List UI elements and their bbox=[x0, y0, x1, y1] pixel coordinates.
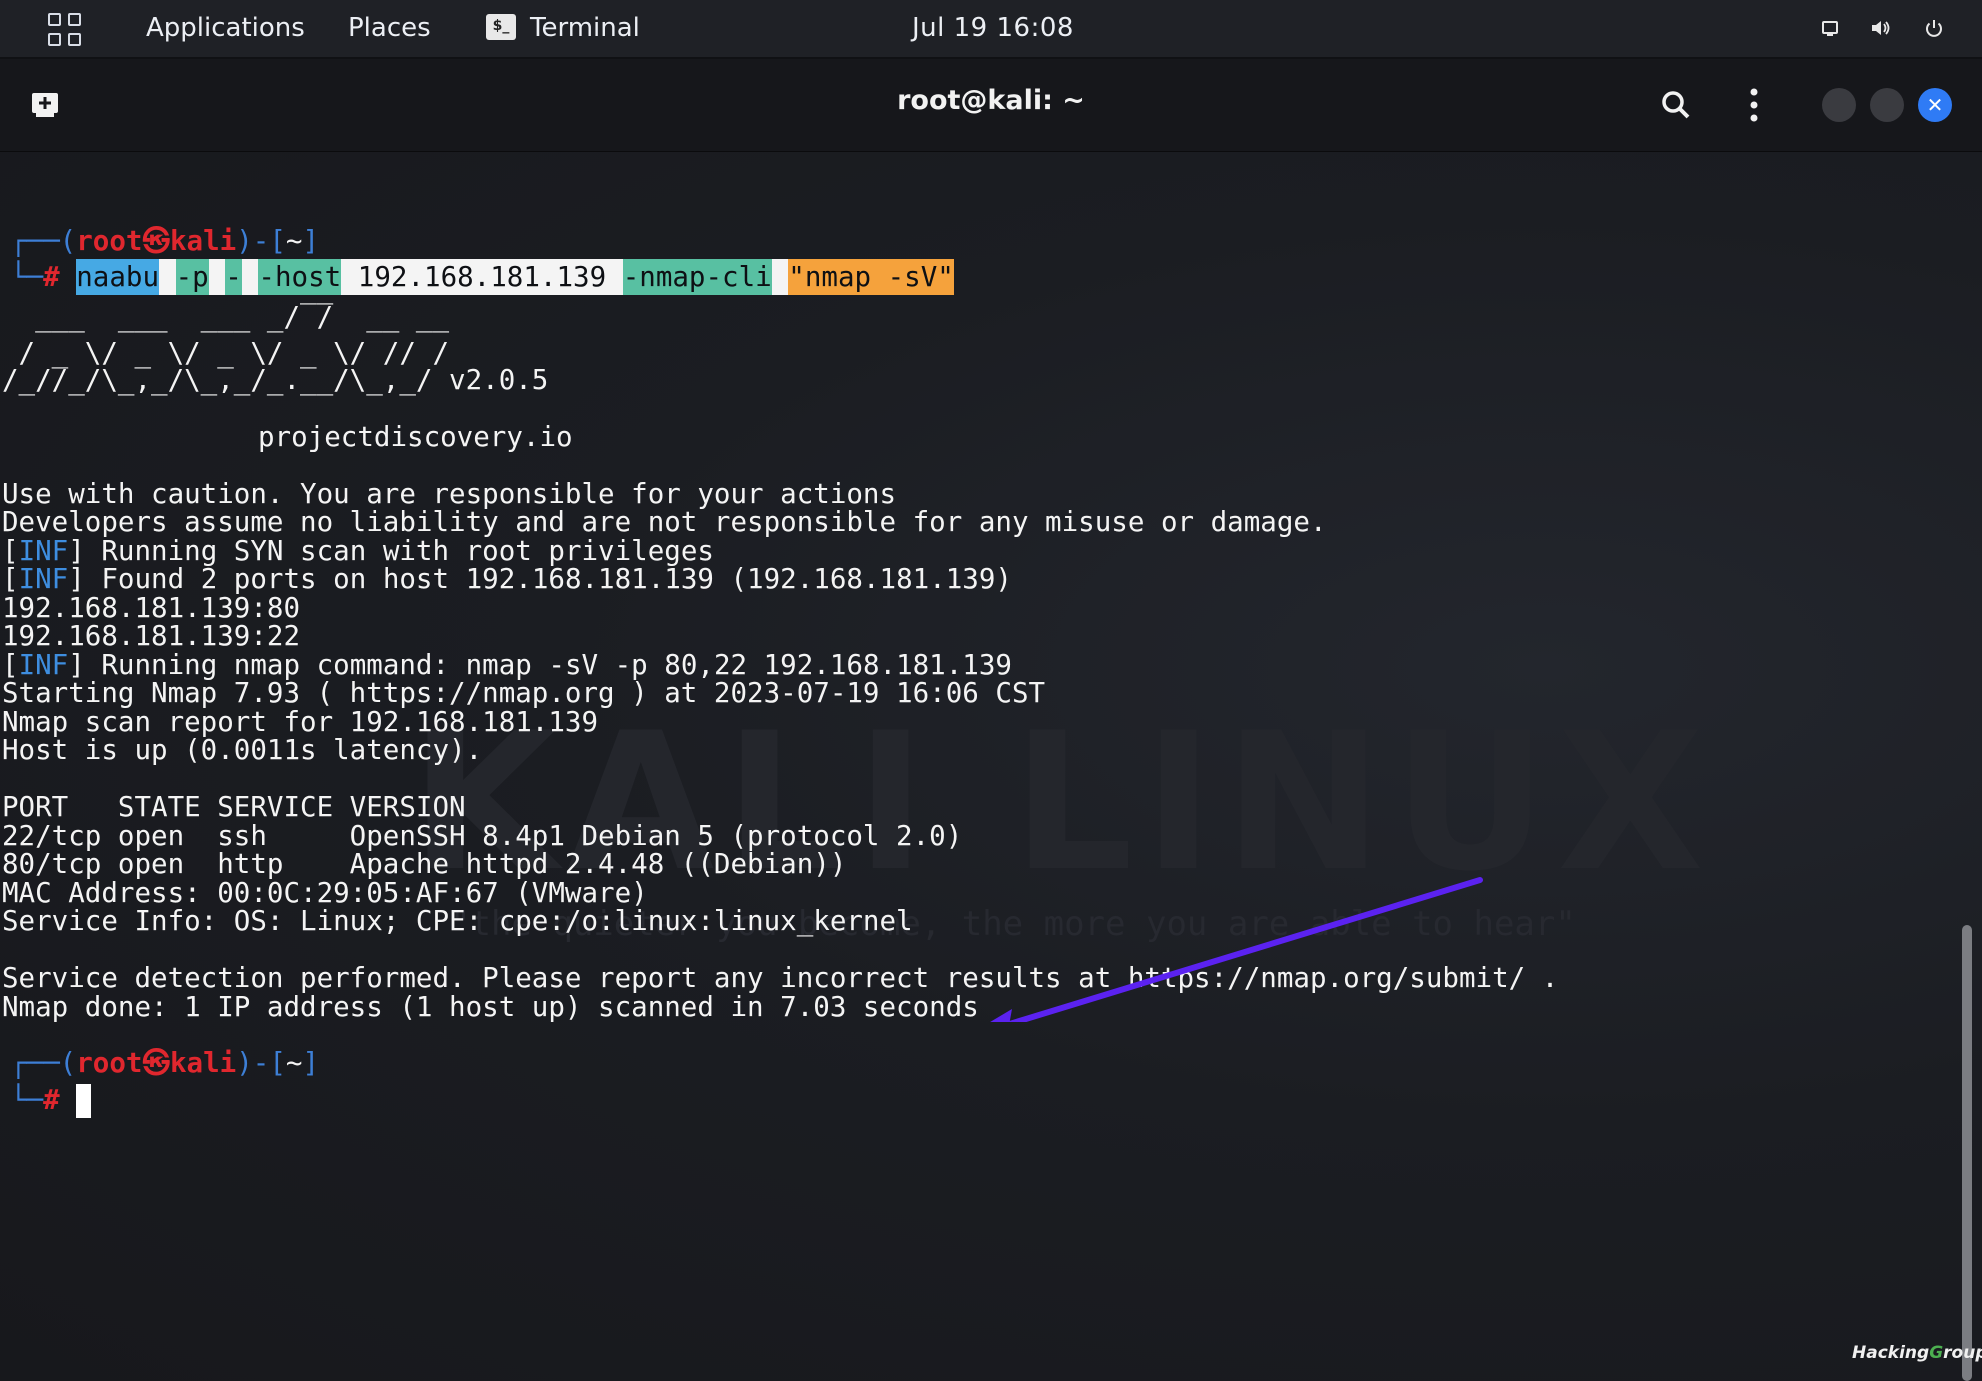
close-icon[interactable]: ✕ bbox=[1918, 88, 1952, 122]
top-panel: Applications Places $_ Terminal Jul 19 1… bbox=[0, 0, 1982, 59]
kebab-menu-icon[interactable] bbox=[1744, 87, 1764, 123]
prompt-line: ┌──(root㉿kali)-[~] bbox=[10, 1045, 319, 1081]
cmd-flag-nmap-cli: -nmap-cli bbox=[622, 259, 772, 295]
scrollbar[interactable] bbox=[1962, 925, 1972, 1381]
prompt-skull-icon: ㉿ bbox=[142, 225, 170, 257]
volume-icon[interactable] bbox=[1868, 16, 1892, 40]
cmd-ip: 192.168.181.139 bbox=[357, 259, 607, 295]
activities-grid-icon[interactable] bbox=[48, 13, 82, 47]
clock-time: 16:08 bbox=[996, 13, 1074, 43]
clock-date: Jul 19 bbox=[912, 13, 988, 43]
prompt-mid: )-[ bbox=[236, 225, 286, 257]
cmd-nmap-arg: "nmap -sV" bbox=[788, 259, 954, 295]
prompt-user: root bbox=[76, 225, 143, 257]
maximize-icon[interactable] bbox=[1870, 88, 1904, 122]
prompt-line: ┌──(root㉿kali)-[~] bbox=[10, 223, 319, 259]
prompt-open: ┌──( bbox=[10, 1047, 77, 1079]
terminal-headerbar: root@kali: ~ ✕ bbox=[0, 59, 1982, 152]
terminal-output[interactable]: KALI LINUX "the quieter you become, the … bbox=[0, 152, 1982, 1381]
clock[interactable]: Jul 19 16:08 bbox=[912, 13, 1074, 43]
power-icon[interactable] bbox=[1922, 16, 1946, 40]
terminal-app-icon: $_ bbox=[486, 14, 516, 40]
places-menu[interactable]: Places bbox=[348, 13, 431, 43]
prompt-host: kali bbox=[169, 225, 237, 257]
banner-art-4: /_//_/\_,_/\_,_/_.__/\_,_/ v2.0.5 bbox=[2, 364, 549, 396]
input-line[interactable]: └─# bbox=[10, 1082, 92, 1118]
prompt-user: root bbox=[76, 1047, 143, 1079]
prompt-host: kali bbox=[169, 1047, 237, 1079]
display-icon[interactable] bbox=[1818, 16, 1842, 40]
nmap-line: Host is up (0.0011s latency). bbox=[2, 734, 483, 766]
prompt-open: ┌──( bbox=[10, 225, 77, 257]
prompt-close: ] bbox=[302, 225, 319, 257]
terminal-app-menu[interactable]: Terminal bbox=[530, 13, 640, 43]
nmap-line: Nmap done: 1 IP address (1 host up) scan… bbox=[2, 991, 979, 1023]
text-cursor bbox=[76, 1084, 92, 1118]
prompt-skull-icon: ㉿ bbox=[142, 1047, 170, 1079]
applications-menu[interactable]: Applications bbox=[146, 13, 305, 43]
minimize-icon[interactable] bbox=[1822, 88, 1856, 122]
search-icon[interactable] bbox=[1660, 89, 1692, 121]
annotation-arrow-icon bbox=[990, 877, 1483, 1022]
prompt-hash: # bbox=[43, 1084, 60, 1116]
banner-site: projectdiscovery.io bbox=[258, 421, 573, 453]
banner-art-2: ___ ___ ___ _/ / __ __ bbox=[2, 301, 450, 333]
hackinggroup-logo: HackingGroup bbox=[1852, 1343, 1982, 1363]
prompt-close: ] bbox=[302, 1047, 319, 1079]
prompt-dir: ~ bbox=[285, 1047, 303, 1079]
prompt-mid: )-[ bbox=[236, 1047, 286, 1079]
prompt-corner: └─ bbox=[10, 1084, 44, 1116]
prompt-dir: ~ bbox=[285, 225, 303, 257]
nmap-line: Service Info: OS: Linux; CPE: cpe:/o:lin… bbox=[2, 905, 913, 937]
